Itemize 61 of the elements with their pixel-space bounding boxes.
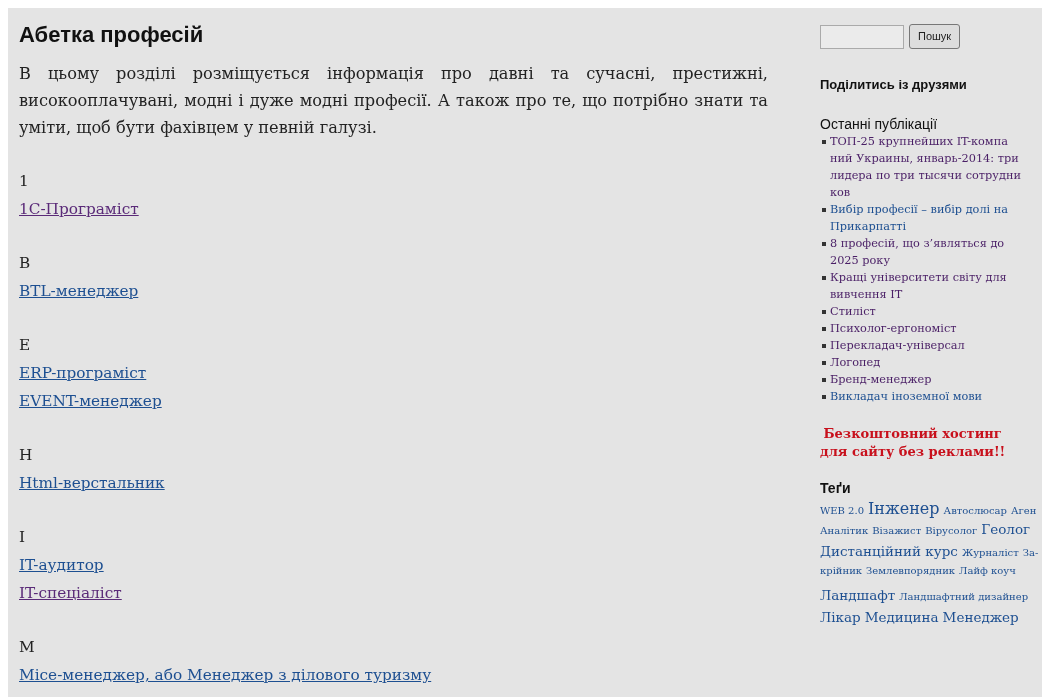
bullet-icon (822, 241, 826, 246)
hosting-ad[interactable]: Безкоштовний хостинг для сайту без реклами!! (820, 424, 1006, 461)
search-field[interactable] (820, 24, 904, 49)
search-button[interactable]: Пошук (909, 24, 961, 49)
bullet-icon (822, 326, 826, 331)
profession-link[interactable]: IT-аудитор (19, 551, 104, 579)
bullet-icon (822, 309, 826, 314)
bullet-icon (822, 343, 826, 348)
tag-link[interactable]: Дистанційний курс (820, 540, 958, 561)
post-link[interactable]: Логопед (830, 353, 881, 371)
intro-paragraph: В цьому розділі розміщується інформація про давні та сучасні, престижні, високооплачувані, модні і дуже модні професії. А також про те, що потрібно знати та уміти, щоб бути фахівцем у певній галузі. (19, 63, 768, 139)
letter-heading: 1 (19, 171, 29, 192)
post-link[interactable]: Бренд-менеджер (830, 370, 932, 388)
tag-link[interactable]: Лікар (820, 606, 861, 627)
post-link[interactable]: Стиліст (830, 302, 876, 320)
bullet-icon (822, 394, 826, 399)
tag-link[interactable]: Інженер (868, 496, 940, 521)
profession-link[interactable]: Html-верстальник (19, 469, 165, 497)
letter-heading: H (19, 445, 33, 466)
letter-heading: M (19, 637, 35, 658)
profession-link[interactable]: 1С-Програміст (19, 195, 139, 223)
bullet-icon (822, 139, 826, 144)
bullet-icon (822, 360, 826, 365)
letter-heading: B (19, 253, 31, 274)
letter-heading: E (19, 335, 31, 356)
post-link[interactable]: Викладач іноземної мови (830, 387, 983, 405)
tag-link[interactable]: Візажист (872, 522, 922, 538)
profession-link[interactable]: BTL-менеджер (19, 277, 139, 305)
letter-heading: I (19, 527, 26, 548)
bullet-icon (822, 377, 826, 382)
tag-link[interactable]: Ландшафтний дизайнер (899, 588, 1029, 604)
profession-link[interactable]: ERP-програміст (19, 359, 147, 387)
tag-link[interactable]: Автослюсар (943, 502, 1007, 518)
tag-link[interactable]: Менеджер (942, 606, 1019, 627)
profession-link[interactable]: IT-спеціаліст (19, 579, 122, 607)
tag-link[interactable]: Лайф коуч (959, 562, 1016, 578)
profession-link[interactable]: Місе-менеджер, або Менеджер з ділового туризму (19, 661, 432, 689)
profession-link[interactable]: EVENT-менеджер (19, 387, 162, 415)
tag-link[interactable]: Аген (1010, 502, 1037, 518)
post-link[interactable]: 8 професій, що з’являться до 2025 року (830, 234, 1005, 269)
tag-link[interactable]: Геолог (981, 518, 1031, 539)
bullet-icon (822, 275, 826, 280)
post-link[interactable]: ТОП-25 крупнейших IT-компа ний Украины, январь-2014: три лидера по три тысячи сотрудни ков (830, 132, 1021, 201)
tags-heading: Теґи (820, 478, 851, 497)
tag-link[interactable]: Вірусолог (925, 522, 978, 538)
post-link[interactable]: Перекладач-універсал (830, 336, 965, 354)
post-link[interactable]: Вибір професії – вибір долі на Прикарпатті (830, 200, 1009, 235)
post-link[interactable]: Психолог-ергономіст (830, 319, 957, 337)
page-title: Абетка професій (19, 21, 205, 49)
tag-link[interactable]: Журналіст (961, 544, 1019, 560)
share-heading: Поділитись із друзями (820, 76, 967, 94)
tag-link[interactable]: За- (1022, 544, 1039, 560)
tag-link[interactable]: Землевпорядник (866, 562, 956, 578)
tag-link[interactable]: WEB 2.0 (820, 502, 864, 518)
tag-link[interactable]: Медицина (864, 606, 939, 627)
bullet-icon (822, 207, 826, 212)
post-link[interactable]: Кращі університети світу для вивчення IT (830, 268, 1007, 303)
tag-link[interactable]: Ландшафт (820, 584, 896, 605)
tag-link[interactable]: Аналітик (820, 522, 869, 538)
recent-posts-heading: Останні публікації (820, 114, 938, 133)
tag-link[interactable]: крійник (820, 562, 863, 578)
